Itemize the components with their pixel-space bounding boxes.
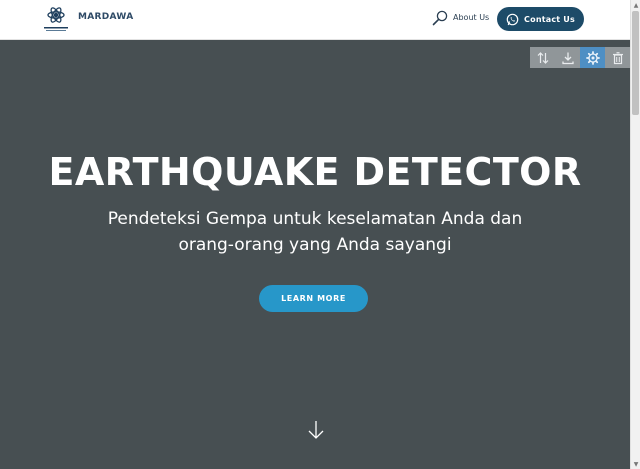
vertical-scrollbar[interactable]: ▲ ▼: [630, 0, 640, 469]
atom-logo-icon[interactable]: [40, 4, 72, 34]
scroll-down-arrow-icon[interactable]: ▼: [631, 459, 640, 469]
scroll-up-arrow-icon[interactable]: ▲: [631, 0, 640, 10]
section-toolbar: [530, 47, 630, 68]
sort-arrows-icon[interactable]: [530, 47, 555, 68]
chevron-down-icon[interactable]: [307, 420, 325, 440]
contact-us-button[interactable]: Contact Us: [497, 7, 584, 31]
hero-subtitle: Pendeteksi Gempa untuk keselamatan Anda …: [107, 209, 523, 255]
brand-name[interactable]: MARDAWA: [78, 12, 133, 22]
about-us-link[interactable]: About Us: [453, 13, 489, 22]
page: MARDAWA About Us Contact Us EARTHQUAKE D…: [0, 0, 630, 469]
gear-icon[interactable]: [580, 47, 605, 68]
atom-logo-graphic: [44, 7, 68, 31]
hero-title: EARTHQUAKE DETECTOR: [48, 150, 582, 194]
scrollbar-thumb[interactable]: [632, 11, 639, 115]
navbar: MARDAWA About Us Contact Us: [0, 0, 630, 40]
contact-us-label: Contact Us: [524, 14, 575, 24]
download-icon[interactable]: [555, 47, 580, 68]
search-icon[interactable]: [432, 10, 448, 26]
whatsapp-icon: [506, 13, 519, 26]
learn-more-button[interactable]: LEARN MORE: [259, 285, 368, 312]
trash-icon[interactable]: [605, 47, 630, 68]
